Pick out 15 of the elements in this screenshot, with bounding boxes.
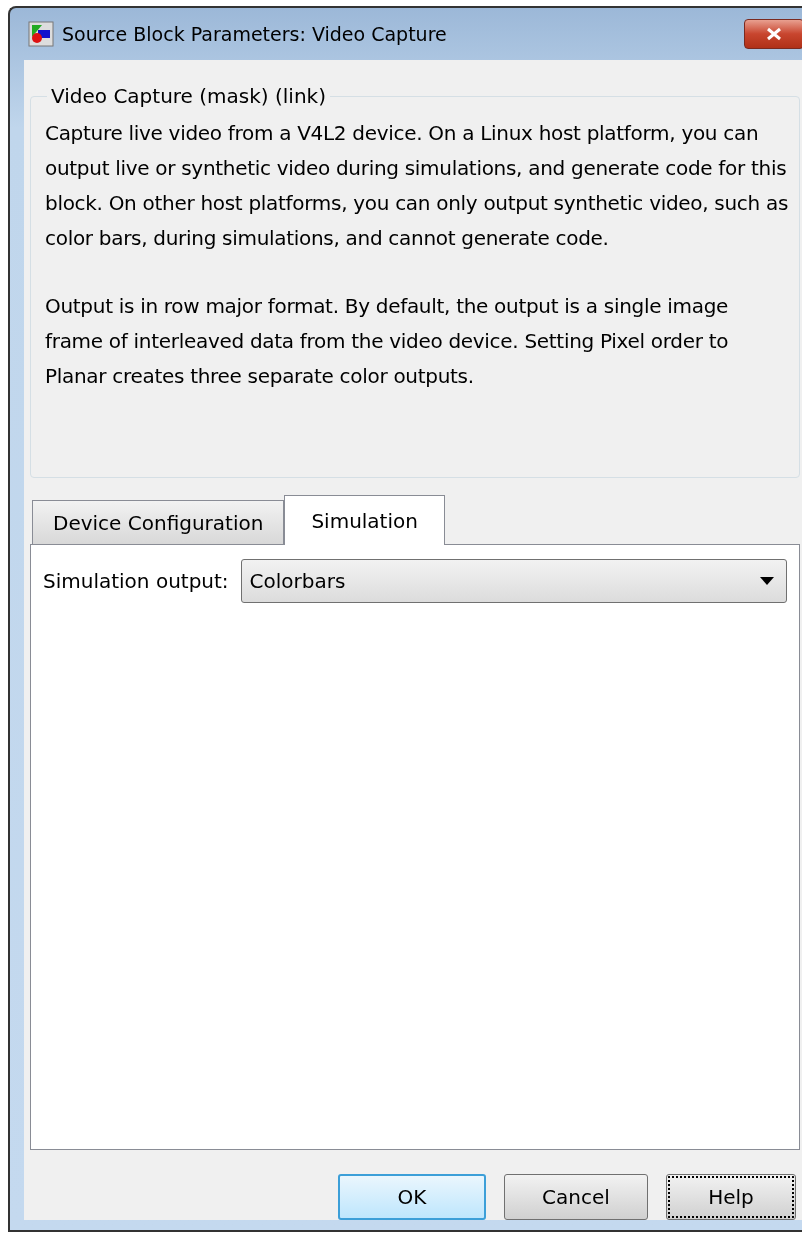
dialog-button[interactable]: Help — [666, 1174, 796, 1220]
field-label: Simulation output: — [43, 569, 229, 593]
tab[interactable]: Device Configuration — [32, 500, 285, 544]
dropdown[interactable]: Colorbars — [240, 559, 787, 603]
dialog-button[interactable]: Cancel — [504, 1174, 648, 1220]
description-text: Capture live video from a V4L2 device. On a Linux host platform, you can output live or synthetic video during simulations, and generate code for this block. On other host platforms, you can only output synthetic video, such as color bars, during simulations, and cannot generate code. — [45, 120, 789, 252]
close-icon — [765, 27, 783, 41]
caret-icon — [760, 577, 774, 585]
group-title: Video Capture (mask) (link) — [50, 84, 327, 108]
app-icon — [28, 21, 54, 47]
window-title: Source Block Parameters: Video Capture — [62, 23, 447, 45]
dialog-button[interactable]: OK — [338, 1174, 486, 1220]
tab[interactable]: Simulation — [284, 495, 445, 545]
close-button[interactable] — [744, 19, 802, 49]
description-text: Output is in row major format. By default, the output is a single image frame of interleaved data from the video device. Setting Pixel order to Planar creates three separate color outputs. — [45, 293, 730, 390]
